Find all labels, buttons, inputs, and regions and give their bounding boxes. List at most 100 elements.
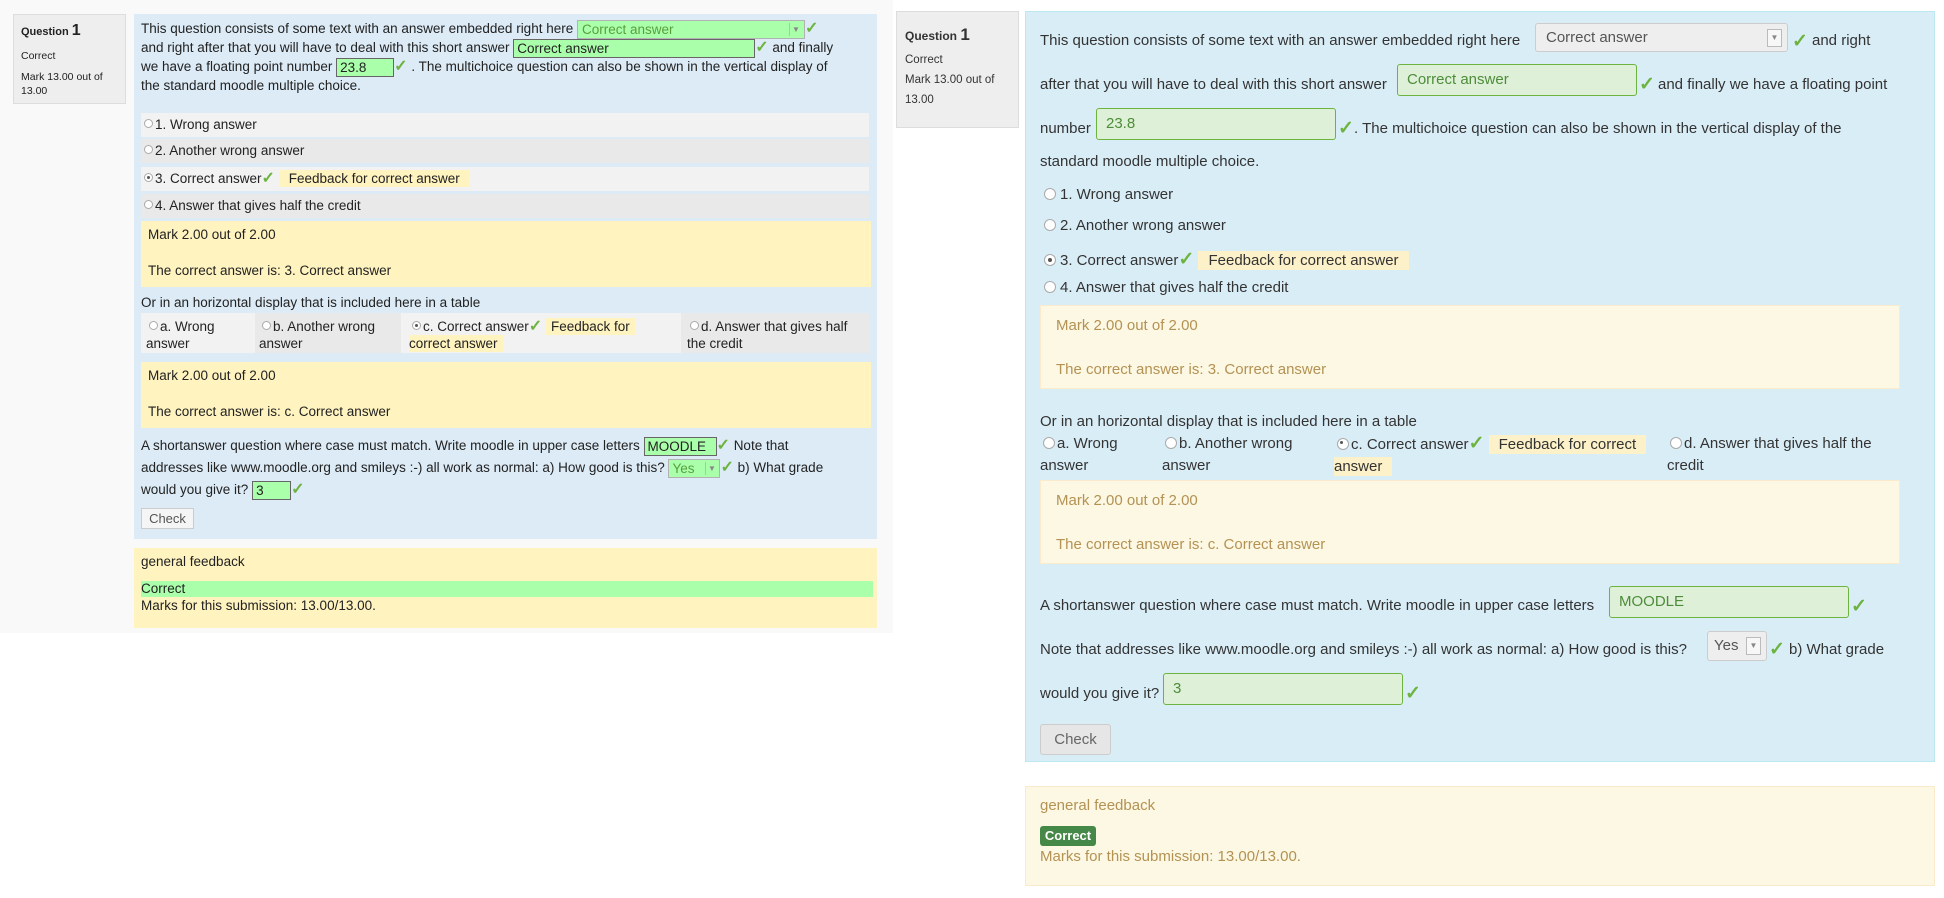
shortanswer-input[interactable]: MOODLE [643, 436, 717, 456]
outcome-right-answer: The correct answer is: c. Correct answer [148, 404, 391, 419]
horizontal-option-b[interactable]: b. Another wrong answer [1162, 433, 1327, 477]
radio-button[interactable] [1043, 436, 1055, 449]
shortanswer-question-text: A shortanswer question where case must m… [141, 435, 871, 501]
outcome-right-answer: The correct answer is: c. Correct answer [1056, 536, 1326, 553]
option-label: 4. Answer that gives half the credit [155, 198, 361, 213]
radio-button[interactable] [144, 200, 153, 210]
radio-button[interactable] [262, 321, 271, 331]
question-state: Correct [21, 49, 56, 62]
option-label: 4. Answer that gives half the credit [1060, 279, 1289, 296]
radio-button[interactable] [1670, 436, 1682, 449]
grade-input[interactable]: 3 [252, 480, 292, 500]
outcome-mark: Mark 2.00 out of 2.00 [1056, 492, 1198, 509]
shortanswer-text-3: b) What grade [1789, 641, 1885, 658]
short-answer-input[interactable]: Correct answer [1397, 64, 1637, 96]
option-label: answer [1040, 457, 1089, 474]
option-label: d. Answer that gives half [701, 319, 848, 334]
radio-button[interactable] [149, 321, 158, 331]
radio-button-selected[interactable] [144, 173, 153, 183]
question-number-value: 1 [960, 25, 970, 44]
shortanswer-text-4: would you give it? [141, 482, 249, 497]
feedback-state-badge: Correct [1040, 826, 1096, 846]
horizontal-outcome: Mark 2.00 out of 2.00 The correct answer… [141, 362, 871, 428]
number-input[interactable]: 23.8 [1096, 108, 1336, 140]
embedded-text-3a: and finally we have a floating point [1658, 76, 1888, 93]
question-number: Question 1 [21, 21, 118, 42]
grade-dropdown[interactable]: Yes ▼ [668, 458, 721, 478]
short-answer-input[interactable]: Correct answer [513, 39, 756, 58]
vertical-option-1[interactable]: 1. Wrong answer [141, 113, 869, 137]
radio-button[interactable] [690, 321, 699, 331]
radio-button-selected[interactable] [1044, 254, 1056, 267]
vertical-option-2[interactable]: 2. Another wrong answer [1040, 217, 1226, 234]
option-label: the credit [687, 336, 743, 351]
question-mark: Mark 13.00 out of 13.00 [21, 71, 103, 98]
option-label: 3. Correct answer [1060, 252, 1179, 269]
horizontal-option-b[interactable]: b. Another wrong answer [259, 318, 399, 352]
option-label: answer [259, 336, 303, 351]
option-feedback: Feedback for correct answer [1198, 251, 1409, 270]
grade-dropdown[interactable]: Yes ▼ [1707, 631, 1767, 661]
radio-button[interactable] [1044, 188, 1056, 201]
vertical-option-3[interactable]: 3. Correct answer✓ Feedback for correct … [1040, 248, 1409, 271]
horizontal-option-d[interactable]: d. Answer that gives half the credit [687, 318, 867, 352]
question-heading: Question [21, 26, 69, 38]
vertical-outcome: Mark 2.00 out of 2.00 The correct answer… [141, 221, 871, 287]
horizontal-outcome: Mark 2.00 out of 2.00 The correct answer… [1040, 480, 1900, 564]
question-number-value: 1 [71, 22, 81, 39]
vertical-option-4[interactable]: 4. Answer that gives half the credit [1040, 279, 1288, 296]
general-feedback-title: general feedback [1040, 797, 1156, 814]
horizontal-option-c[interactable]: c. Correct answer✓ Feedback for correct a… [409, 318, 635, 352]
option-feedback: Feedback for correct [1488, 435, 1647, 454]
radio-button-selected[interactable] [412, 321, 421, 331]
number-input[interactable]: 23.8 [336, 58, 395, 77]
check-icon: ✓ [1178, 249, 1195, 270]
embedded-question-text: This question consists of some text with… [141, 20, 871, 96]
shortanswer-text-1: A shortanswer question where case must m… [1040, 597, 1595, 614]
general-feedback-panel [1025, 786, 1935, 886]
embedded-dropdown[interactable]: Correct answer ▼ [1535, 23, 1788, 52]
chevron-down-icon: ▼ [789, 23, 802, 36]
check-icon: ✓ [1338, 118, 1354, 139]
chevron-down-icon: ▼ [1767, 29, 1782, 47]
check-icon: ✓ [291, 481, 305, 498]
check-icon: ✓ [1468, 433, 1485, 454]
vertical-option-3[interactable]: 3. Correct answer✓ Feedback for correct … [141, 167, 869, 191]
radio-button[interactable] [1165, 436, 1177, 449]
outcome-right-answer: The correct answer is: 3. Correct answer [148, 263, 392, 278]
embedded-dropdown-value: Correct answer [1546, 29, 1648, 46]
vertical-option-2[interactable]: 2. Another wrong answer [141, 139, 869, 163]
check-button[interactable]: Check [141, 508, 194, 529]
horizontal-option-a[interactable]: a. Wrong answer [1040, 433, 1155, 477]
check-button[interactable]: Check [1040, 724, 1111, 755]
option-label: b. Another wrong [1179, 435, 1293, 452]
horizontal-option-a[interactable]: a. Wrong answer [146, 318, 253, 352]
horizontal-option-c[interactable]: c. Correct answer✓ Feedback for correct a… [1334, 433, 1649, 478]
option-label: answer [1162, 457, 1211, 474]
radio-button[interactable] [1044, 281, 1056, 294]
embedded-text-4b: the standard moodle multiple choice. [141, 78, 361, 93]
vertical-option-1[interactable]: 1. Wrong answer [1040, 186, 1173, 203]
radio-button-selected[interactable] [1337, 437, 1349, 450]
radio-button[interactable] [1044, 219, 1056, 232]
option-label: c. Correct answer [423, 319, 529, 334]
vertical-outcome: Mark 2.00 out of 2.00 The correct answer… [1040, 305, 1900, 389]
shortanswer-input[interactable]: MOODLE [1609, 586, 1849, 618]
embedded-dropdown[interactable]: Correct answer ▼ [577, 20, 805, 39]
embedded-dropdown-value: Correct answer [582, 22, 674, 37]
radio-button[interactable] [144, 119, 153, 129]
embedded-text-1: This question consists of some text with… [141, 21, 574, 37]
feedback-state: Correct [141, 581, 873, 597]
question-number: Question 1 [905, 20, 1010, 50]
option-feedback: answer [1334, 457, 1393, 476]
option-label: a. Wrong [1057, 435, 1118, 452]
check-icon: ✓ [528, 318, 543, 335]
horizontal-option-d[interactable]: d. Answer that gives half the credit [1667, 433, 1897, 477]
grade-input[interactable]: 3 [1163, 673, 1403, 705]
option-feedback: correct answer [409, 335, 503, 352]
option-label: c. Correct answer [1351, 436, 1469, 453]
horizontal-options-table: a. Wrong answer b. Another wrong answer c.… [141, 313, 870, 353]
vertical-option-4[interactable]: 4. Answer that gives half the credit [141, 194, 869, 218]
question-info-panel: Question 1 Correct Mark 13.00 out of 13.… [13, 14, 126, 104]
radio-button[interactable] [144, 145, 153, 155]
